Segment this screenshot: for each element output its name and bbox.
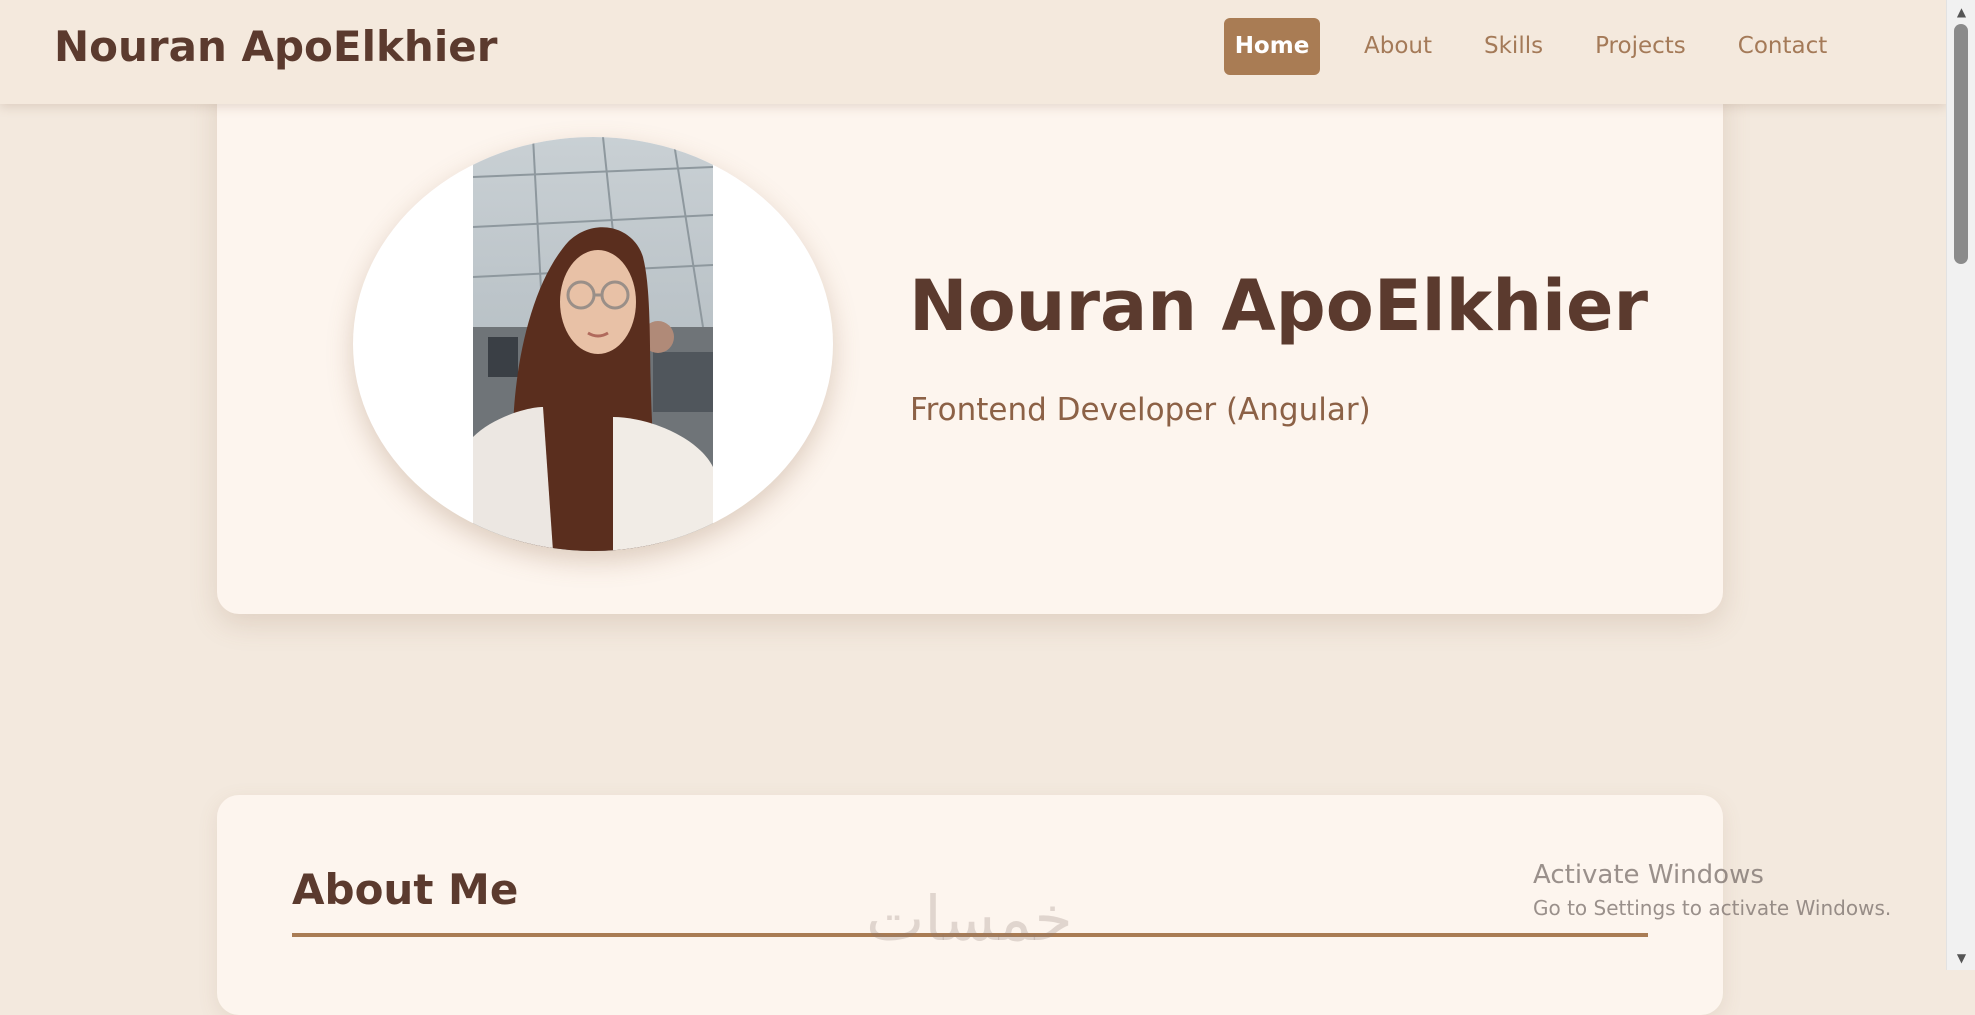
hero-name-heading: Nouran ApoElkhier <box>909 265 1649 347</box>
brand-logo[interactable]: Nouran ApoElkhier <box>54 22 497 71</box>
about-heading: About Me <box>292 865 519 914</box>
nav-skills-link[interactable]: Skills <box>1470 18 1557 75</box>
activate-windows-subtitle: Go to Settings to activate Windows. <box>1533 896 1892 920</box>
scroll-up-icon[interactable]: ▲ <box>1947 0 1975 24</box>
profile-avatar <box>353 137 833 551</box>
activate-windows-title: Activate Windows <box>1533 860 1764 890</box>
nav-contact-link[interactable]: Contact <box>1724 18 1841 75</box>
scroll-down-icon[interactable]: ▼ <box>1947 946 1975 970</box>
navbar: Nouran ApoElkhier Home About Skills Proj… <box>0 0 1946 104</box>
nav-about-link[interactable]: About <box>1350 18 1446 75</box>
hero-role-subtitle: Frontend Developer (Angular) <box>910 392 1371 428</box>
nav-links: Home About Skills Projects Contact <box>1224 18 1865 75</box>
scroll-thumb[interactable] <box>1954 24 1968 264</box>
watermark-text: خمسات <box>866 882 1073 955</box>
nav-home-link[interactable]: Home <box>1224 18 1320 75</box>
profile-photo-icon <box>473 137 713 551</box>
hero-card: Nouran ApoElkhier Frontend Developer (An… <box>217 80 1723 614</box>
activate-windows-notice: Activate Windows Go to Settings to activ… <box>1533 860 1891 920</box>
nav-projects-link[interactable]: Projects <box>1581 18 1700 75</box>
vertical-scrollbar[interactable]: ▲ ▼ <box>1946 0 1975 970</box>
